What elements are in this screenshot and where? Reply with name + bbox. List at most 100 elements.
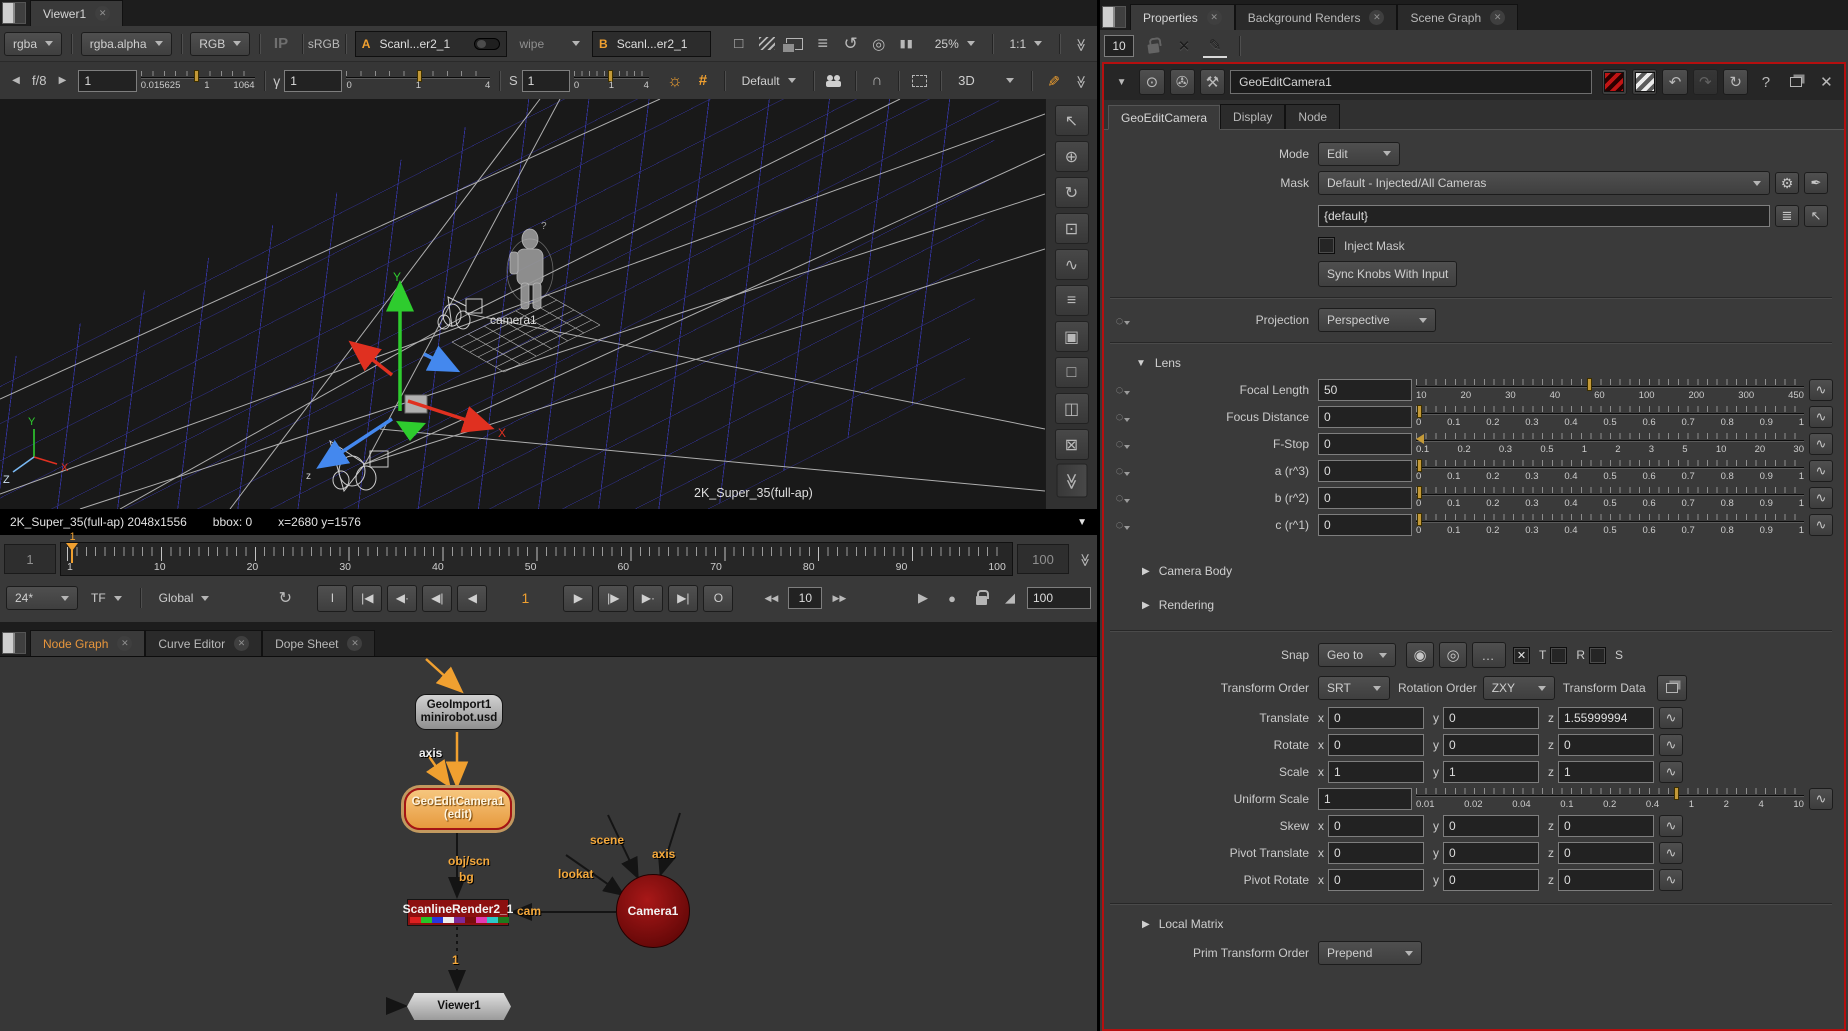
gain-field[interactable]: 1	[78, 70, 136, 92]
pivot-rotate-z-field[interactable]: 0	[1558, 869, 1654, 891]
wrench-icon[interactable]: ⚒	[1200, 69, 1225, 95]
set-in-button[interactable]: I	[317, 585, 347, 612]
tab-curve-editor[interactable]: Curve Editor ✕	[145, 630, 262, 656]
curve-button[interactable]: ∿	[1659, 815, 1683, 837]
step-back-button[interactable]: ◀|	[422, 585, 452, 612]
range-in-field[interactable]: 1	[4, 544, 56, 574]
prev-keyframe-button[interactable]: ◀·	[387, 585, 417, 612]
node-geoimport1[interactable]: GeoImport1 minirobot.usd	[415, 694, 503, 730]
range-out-field[interactable]: 100	[1017, 544, 1069, 574]
cursor-tool-icon[interactable]: ↖	[1055, 105, 1089, 136]
undo-icon[interactable]: ↶	[1662, 69, 1687, 95]
timeline-more-chevron-icon[interactable]: ≫	[1073, 547, 1097, 571]
row-layout-icon[interactable]: ≡	[1055, 285, 1089, 316]
a-field[interactable]: 0	[1318, 460, 1412, 482]
node-graph-canvas[interactable]: GeoImport1 minirobot.usd GeoEditCamera1 …	[0, 656, 1097, 1031]
wipe-dropdown[interactable]: wipe	[511, 32, 588, 56]
translate-x-field[interactable]: 0	[1328, 707, 1424, 729]
pane-menu-icon[interactable]	[2, 2, 26, 24]
side-more-chevron-icon[interactable]: ≫	[1056, 464, 1087, 498]
node-color-swatch[interactable]	[1602, 69, 1627, 95]
max-panels-field[interactable]: 10	[1104, 35, 1134, 57]
focal-length-field[interactable]: 50	[1318, 379, 1412, 401]
frame-all-icon[interactable]: □	[1055, 357, 1089, 388]
curve-button[interactable]: ∿	[1809, 406, 1833, 428]
animation-menu-icon[interactable]: ◌	[1106, 409, 1140, 424]
view-mode-dropdown[interactable]: 3D	[950, 69, 1022, 93]
curve-button[interactable]: ∿	[1659, 869, 1683, 891]
snap-orientation-button[interactable]: ◎	[1439, 642, 1467, 668]
end-frame-field[interactable]: 100	[1027, 587, 1091, 609]
tab-properties[interactable]: Properties ✕	[1130, 4, 1235, 30]
snap-s-checkbox[interactable]	[1589, 647, 1606, 664]
curve-button[interactable]: ∿	[1809, 788, 1833, 810]
rotate-tool-icon[interactable]: ↻	[1055, 177, 1089, 208]
selection-mode-icon[interactable]	[907, 69, 931, 93]
focus-distance-slider[interactable]: 00.10.20.30.40.50.60.70.80.91	[1416, 404, 1804, 430]
float-panel-icon[interactable]	[1784, 69, 1809, 95]
checkerboard-icon[interactable]	[755, 32, 779, 56]
frame-selected-icon[interactable]: ▣	[1055, 321, 1089, 352]
gamma-field[interactable]: 1	[284, 70, 342, 92]
split-view-icon[interactable]: ◫	[1055, 393, 1089, 424]
jump-back-icon[interactable]: ◀◀	[759, 586, 783, 610]
scanlines-icon[interactable]: ≡	[811, 32, 835, 56]
animation-menu-icon[interactable]: ◌	[1106, 490, 1140, 505]
curve-button[interactable]: ∿	[1659, 734, 1683, 756]
next-aperture-icon[interactable]: ▶	[50, 69, 74, 93]
uniform-scale-field[interactable]: 1	[1318, 788, 1412, 810]
revert-icon[interactable]: ↻	[1723, 69, 1748, 95]
rendering-group-header[interactable]: ▶ Rendering	[1106, 592, 1836, 618]
sync-knobs-button[interactable]: Sync Knobs With Input	[1318, 261, 1457, 287]
saturation-slider[interactable]: 014	[574, 69, 649, 93]
snap-dropdown[interactable]: Geo to	[1318, 643, 1396, 667]
skew-x-field[interactable]: 0	[1328, 815, 1424, 837]
close-icon[interactable]: ✕	[1490, 10, 1505, 25]
mask-dropdown[interactable]: Default - Injected/All Cameras	[1318, 171, 1770, 195]
projection-dropdown[interactable]: Perspective	[1318, 308, 1436, 332]
uniform-scale-slider[interactable]: 0.010.020.040.10.20.412410	[1416, 786, 1804, 812]
next-keyframe-button[interactable]: ▶·	[633, 585, 663, 612]
input-process-button[interactable]: IP	[269, 32, 293, 56]
b-slider[interactable]: 00.10.20.30.40.50.60.70.80.91	[1416, 485, 1804, 511]
translate-y-field[interactable]: 0	[1443, 707, 1539, 729]
close-icon[interactable]: ✕	[95, 6, 110, 21]
more-tools-chevron-icon[interactable]: ≫	[1069, 69, 1093, 93]
input-b-field[interactable]: Scanl...er2_1	[612, 33, 708, 55]
animation-menu-icon[interactable]: ◌	[1106, 313, 1140, 328]
animation-menu-icon[interactable]: ◌	[1106, 382, 1140, 397]
focal-length-slider[interactable]: 1020304060100200300450	[1416, 377, 1804, 403]
close-icon[interactable]: ✕	[117, 636, 132, 651]
rotate-z-field[interactable]: 0	[1558, 734, 1654, 756]
headlamp-icon[interactable]: ☼	[663, 69, 687, 93]
transform-data-button[interactable]	[1657, 675, 1687, 701]
scale-z-field[interactable]: 1	[1558, 761, 1654, 783]
gamma-slider[interactable]: 014	[346, 69, 490, 93]
pivot-rotate-y-field[interactable]: 0	[1443, 869, 1539, 891]
tab-node[interactable]: Node	[1285, 104, 1340, 129]
lens-group-header[interactable]: ▼ Lens	[1106, 350, 1836, 376]
display-channel-dropdown[interactable]: RGB	[190, 32, 250, 56]
loop-mode-icon[interactable]: ↻	[273, 586, 297, 610]
viewer-colorspace-button[interactable]: sRGB	[312, 32, 336, 56]
focus-distance-field[interactable]: 0	[1318, 406, 1412, 428]
roi-icon[interactable]: ◎	[867, 32, 891, 56]
unlock-icon[interactable]	[1141, 34, 1165, 58]
curve-button[interactable]: ∿	[1809, 379, 1833, 401]
lock-range-icon[interactable]	[969, 586, 993, 610]
skew-z-field[interactable]: 0	[1558, 815, 1654, 837]
wipe-toggle[interactable]	[474, 38, 500, 50]
inject-mask-checkbox[interactable]	[1318, 237, 1335, 254]
c-field[interactable]: 0	[1318, 514, 1412, 536]
curve-button[interactable]: ∿	[1809, 514, 1833, 536]
step-forward-button[interactable]: |▶	[598, 585, 628, 612]
info-dropdown-icon[interactable]: ▼	[1077, 517, 1087, 528]
curve-button[interactable]: ∿	[1659, 707, 1683, 729]
flipbook-icon[interactable]: ◢	[998, 586, 1022, 610]
c-slider[interactable]: 00.10.20.30.40.50.60.70.80.91	[1416, 512, 1804, 538]
curve-button[interactable]: ∿	[1659, 761, 1683, 783]
curve-button[interactable]: ∿	[1809, 433, 1833, 455]
snap-r-checkbox[interactable]	[1550, 647, 1567, 664]
tab-dope-sheet[interactable]: Dope Sheet ✕	[262, 630, 375, 656]
mask-settings-button[interactable]: ⚙	[1775, 172, 1799, 194]
